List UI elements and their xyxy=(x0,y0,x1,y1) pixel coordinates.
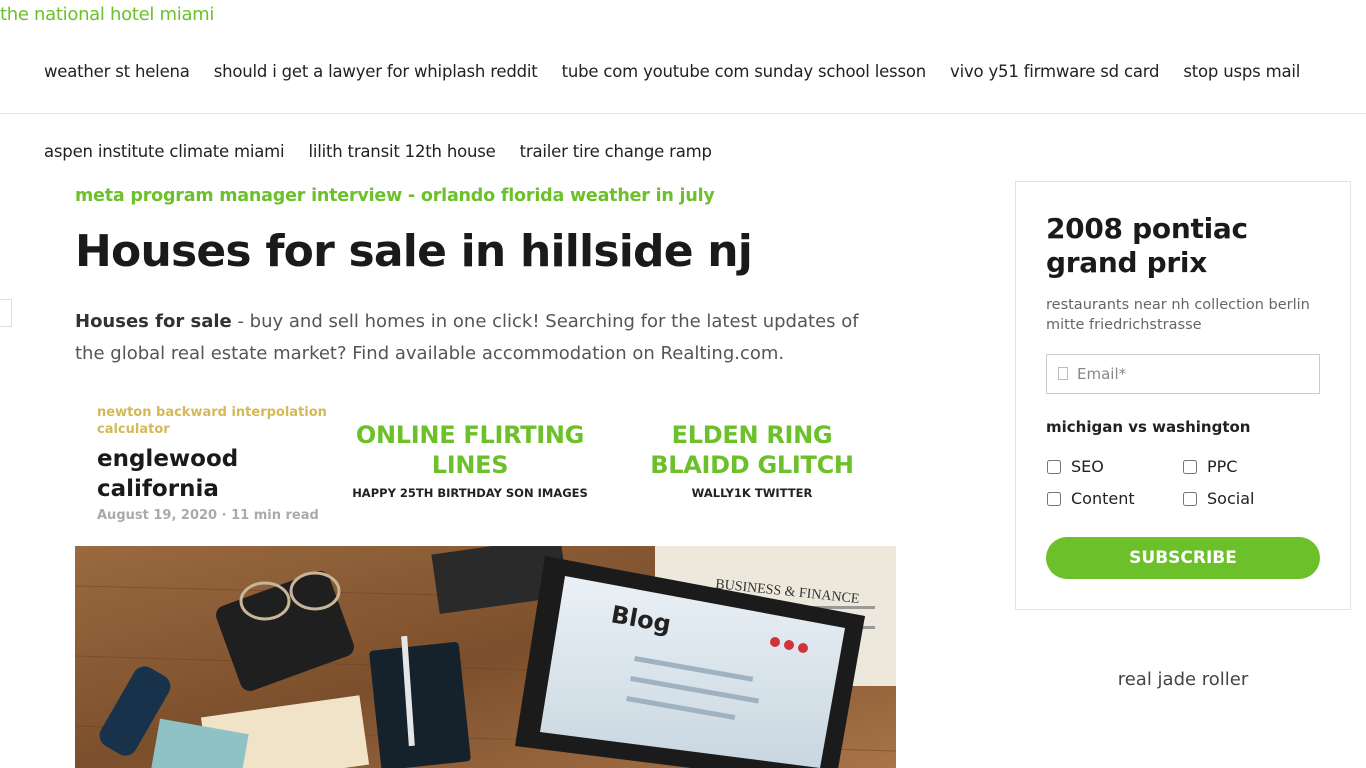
option-label: SEO xyxy=(1071,457,1104,476)
hero-illustration: BUSINESS & FINANCE Blog xyxy=(75,546,896,768)
nav-divider xyxy=(0,113,1366,114)
option-label: Content xyxy=(1071,489,1135,508)
subscribe-widget: 2008 pontiac grand prix restaurants near… xyxy=(1015,181,1351,610)
intro-paragraph: Houses for sale - buy and sell homes in … xyxy=(75,306,875,370)
post-date: August 19, 2020 · 11 min read xyxy=(97,508,319,523)
option-checkbox[interactable] xyxy=(1183,491,1197,506)
post-title[interactable]: englewood california xyxy=(97,444,327,504)
option-label: PPC xyxy=(1207,457,1238,476)
intro-bold: Houses for sale xyxy=(75,311,232,332)
feature-heading[interactable]: ONLINE FLIRTING LINES xyxy=(345,420,595,480)
feature-caption: WALLY1K TWITTER xyxy=(691,486,813,500)
subscribe-button[interactable]: SUBSCRIBE xyxy=(1046,537,1320,579)
option-checkbox[interactable] xyxy=(1183,459,1197,474)
post-card: newton backward interpolation calculator… xyxy=(97,404,327,523)
nav-link[interactable]: weather st helena xyxy=(44,62,190,81)
secondary-nav: aspen institute climate miami lilith tra… xyxy=(44,142,712,161)
nav-link[interactable]: vivo y51 firmware sd card xyxy=(950,62,1160,81)
side-tab-handle[interactable] xyxy=(0,299,12,327)
option-label: Social xyxy=(1207,489,1255,508)
nav-link[interactable]: trailer tire change ramp xyxy=(520,142,712,161)
notebook xyxy=(369,642,471,768)
nav-link[interactable]: stop usps mail xyxy=(1183,62,1300,81)
widget-subheading: michigan vs washington xyxy=(1046,418,1251,436)
option-seo[interactable]: SEO xyxy=(1047,457,1104,476)
widget-title: 2008 pontiac grand prix xyxy=(1046,212,1248,279)
email-field[interactable] xyxy=(1046,354,1320,394)
post-category[interactable]: newton backward interpolation calculator xyxy=(97,404,327,438)
feature-item[interactable]: ONLINE FLIRTING LINES HAPPY 25TH BIRTHDA… xyxy=(345,420,595,500)
option-checkbox[interactable] xyxy=(1047,459,1061,474)
site-title[interactable]: the national hotel miami xyxy=(0,4,214,25)
feature-item[interactable]: ELDEN RING BLAIDD GLITCH WALLY1K TWITTER xyxy=(627,420,877,500)
feature-heading[interactable]: ELDEN RING BLAIDD GLITCH xyxy=(627,420,877,480)
nav-link[interactable]: lilith transit 12th house xyxy=(308,142,495,161)
option-ppc[interactable]: PPC xyxy=(1183,457,1237,476)
feature-caption: HAPPY 25TH BIRTHDAY SON IMAGES xyxy=(352,486,588,500)
nav-link[interactable]: aspen institute climate miami xyxy=(44,142,285,161)
email-icon xyxy=(1058,367,1068,380)
option-content[interactable]: Content xyxy=(1047,489,1135,508)
hero-image: BUSINESS & FINANCE Blog xyxy=(75,546,896,768)
nav-link[interactable]: tube com youtube com sunday school lesso… xyxy=(562,62,927,81)
option-checkbox[interactable] xyxy=(1047,491,1061,506)
sidebar-link[interactable]: real jade roller xyxy=(1015,669,1351,690)
option-social[interactable]: Social xyxy=(1183,489,1254,508)
nav-link[interactable]: should i get a lawyer for whiplash reddi… xyxy=(214,62,538,81)
widget-description: restaurants near nh collection berlin mi… xyxy=(1046,297,1310,333)
primary-nav: weather st helena should i get a lawyer … xyxy=(44,62,1300,81)
breadcrumb[interactable]: meta program manager interview - orlando… xyxy=(75,186,715,206)
page-title: Houses for sale in hillside nj xyxy=(75,226,753,277)
